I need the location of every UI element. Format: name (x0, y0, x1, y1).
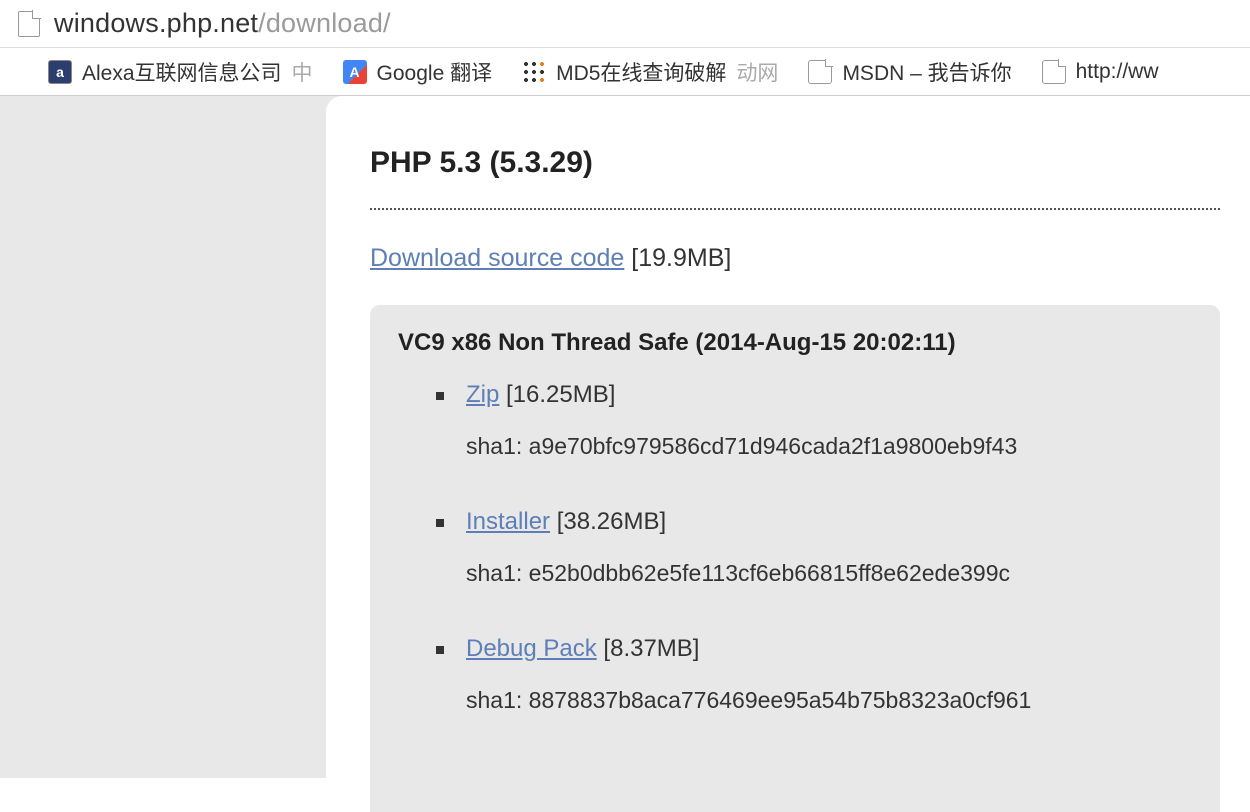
bookmark-google-translate[interactable]: A Google 翻译 (343, 57, 493, 87)
source-line: Download source code [19.9MB] (370, 244, 1220, 273)
sha1-hash: sha1: 8878837b8aca776469ee95a54b75b8323a… (466, 687, 1192, 714)
bookmarks-bar: a Alexa互联网信息公司中 A Google 翻译 MD5在线查询破解 动网… (0, 48, 1250, 96)
sidebar-gap (0, 96, 326, 778)
source-size: [19.9MB] (631, 244, 731, 272)
alexa-icon: a (48, 60, 72, 84)
bookmark-label: MD5在线查询破解 (556, 57, 726, 87)
build-section: VC9 x86 Non Thread Safe (2014-Aug-15 20:… (370, 305, 1220, 812)
divider (370, 208, 1220, 210)
file-size: [8.37MB] (603, 635, 699, 662)
main-content: PHP 5.3 (5.3.29) Download source code [1… (326, 96, 1250, 778)
bookmark-label: http://ww (1076, 60, 1159, 84)
page-title: PHP 5.3 (5.3.29) (370, 146, 1220, 180)
url-path: /download/ (258, 8, 391, 38)
bookmark-md5[interactable]: MD5在线查询破解 动网 (522, 57, 778, 87)
sha1-hash: sha1: a9e70bfc979586cd71d946cada2f1a9800… (466, 433, 1192, 460)
download-zip-link[interactable]: Zip (466, 381, 499, 408)
bookmark-label: Alexa互联网信息公司 (82, 57, 282, 87)
bookmark-label: Google 翻译 (377, 57, 493, 87)
bookmark-trail: 中 (292, 57, 313, 87)
download-source-link[interactable]: Download source code (370, 244, 624, 272)
grid-icon (522, 60, 546, 84)
page-icon (808, 60, 832, 84)
google-translate-icon: A (343, 60, 367, 84)
sha1-hash: sha1: e52b0dbb62e5fe113cf6eb66815ff8e62e… (466, 560, 1192, 587)
bookmark-http[interactable]: http://ww (1042, 60, 1159, 84)
list-item: Installer [38.26MB] sha1: e52b0dbb62e5fe… (436, 508, 1192, 587)
page-icon (18, 11, 40, 37)
bookmark-msdn[interactable]: MSDN – 我告诉你 (808, 57, 1011, 87)
list-item: Zip [16.25MB] sha1: a9e70bfc979586cd71d9… (436, 381, 1192, 460)
list-item: Debug Pack [8.37MB] sha1: 8878837b8aca77… (436, 635, 1192, 714)
bookmark-label: MSDN – 我告诉你 (842, 57, 1011, 87)
url-host: windows.php.net (54, 8, 258, 38)
url-text: windows.php.net/download/ (54, 8, 391, 39)
download-installer-link[interactable]: Installer (466, 508, 550, 535)
page-icon (1042, 60, 1066, 84)
bookmark-alexa[interactable]: a Alexa互联网信息公司中 (48, 57, 313, 87)
section-title: VC9 x86 Non Thread Safe (2014-Aug-15 20:… (398, 329, 1192, 357)
download-debugpack-link[interactable]: Debug Pack (466, 635, 597, 662)
file-size: [16.25MB] (506, 381, 615, 408)
bookmark-trail: 动网 (736, 57, 778, 87)
address-bar[interactable]: windows.php.net/download/ (0, 0, 1250, 48)
file-size: [38.26MB] (557, 508, 666, 535)
download-list: Zip [16.25MB] sha1: a9e70bfc979586cd71d9… (398, 381, 1192, 714)
content-area: PHP 5.3 (5.3.29) Download source code [1… (0, 96, 1250, 778)
